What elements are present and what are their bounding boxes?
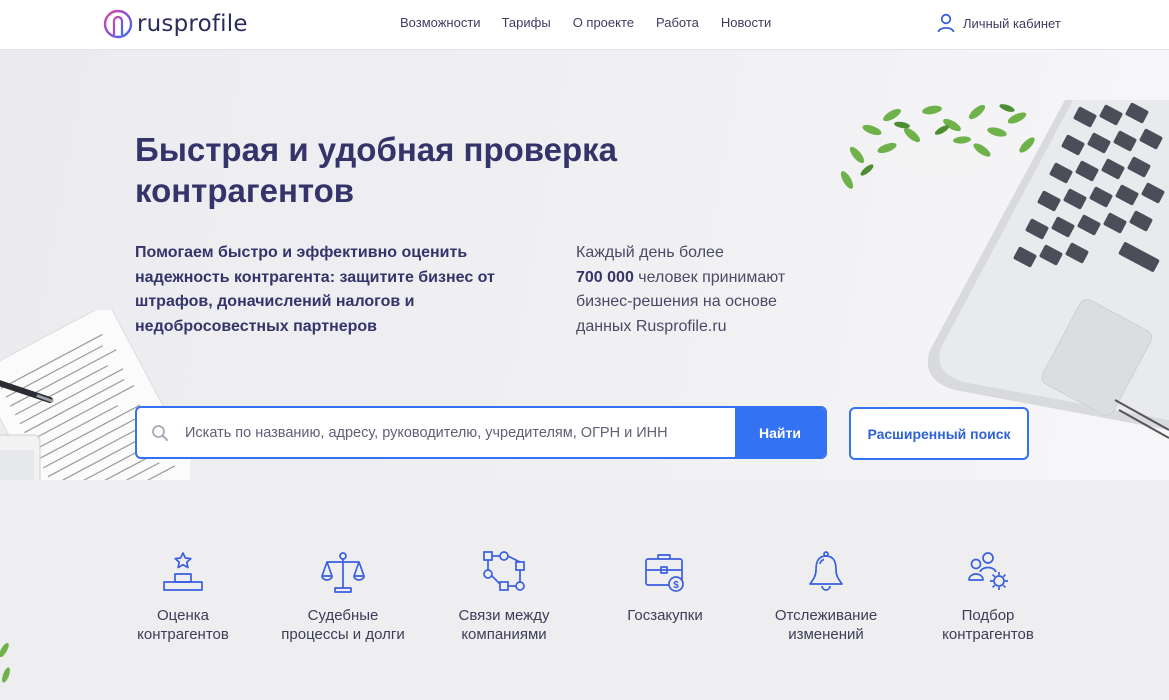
feature-counterparty-selection[interactable]: Подбор контрагентов (913, 550, 1063, 644)
svg-text:$: $ (673, 580, 679, 591)
search-input[interactable] (183, 408, 735, 457)
feature-counterparty-rating[interactable]: Оценка контрагентов (108, 550, 258, 644)
bell-icon (809, 551, 843, 591)
nav-item-pricing[interactable]: Тарифы (502, 15, 551, 30)
account-label: Личный кабинет (963, 15, 1061, 31)
hero-title: Быстрая и удобная проверка контрагентов (135, 131, 618, 209)
logo-text: rusprofile (137, 11, 248, 37)
people-gear-icon (968, 552, 1008, 590)
feature-label: Отслеживание изменений (774, 607, 878, 643)
plant-corner-image (0, 642, 10, 683)
hero-description: Помогаем быстро и эффективно оценить над… (135, 244, 495, 335)
nav-item-jobs[interactable]: Работа (656, 15, 699, 30)
feature-change-tracking[interactable]: Отслеживание изменений (751, 550, 901, 644)
features-section: Оценка контрагентов Судебные процессы и … (0, 480, 1169, 700)
feature-procurements[interactable]: $ Госзакупки (590, 550, 740, 625)
hero-stats: Каждый день более 700 000 человек приним… (576, 241, 836, 339)
feature-label: Связи между компаниями (458, 607, 550, 643)
search-button[interactable]: Найти (735, 408, 825, 457)
stats-number: 700 000 (576, 268, 634, 286)
logo[interactable]: rusprofile (103, 7, 248, 41)
logo-icon (103, 9, 133, 39)
account-link[interactable]: Личный кабинет (937, 13, 1061, 33)
nav-item-features[interactable]: Возможности (400, 15, 481, 30)
feature-label: Подбор контрагентов (942, 607, 1034, 643)
advanced-search-button[interactable]: Расширенный поиск (849, 407, 1029, 460)
briefcase-dollar-icon: $ (645, 554, 684, 592)
feature-label: Судебные процессы и долги (281, 607, 405, 643)
main-nav: Возможности Тарифы О проекте Работа Ново… (400, 15, 793, 30)
stats-prefix: Каждый день более (576, 244, 724, 261)
scales-icon (321, 552, 365, 593)
nav-item-news[interactable]: Новости (721, 15, 771, 30)
feature-label: Оценка контрагентов (137, 607, 229, 643)
search-icon (137, 408, 183, 457)
plant-image (840, 104, 1035, 189)
podium-star-icon (163, 552, 203, 591)
feature-label: Госзакупки (627, 607, 703, 624)
nav-item-about[interactable]: О проекте (573, 15, 634, 30)
user-icon (937, 13, 955, 33)
site-header: rusprofile Возможности Тарифы О проекте … (0, 0, 1169, 50)
search-bar: Найти (135, 406, 827, 459)
network-icon (483, 551, 525, 591)
feature-court-cases[interactable]: Судебные процессы и долги (268, 550, 418, 644)
feature-company-links[interactable]: Связи между компаниями (429, 550, 579, 644)
